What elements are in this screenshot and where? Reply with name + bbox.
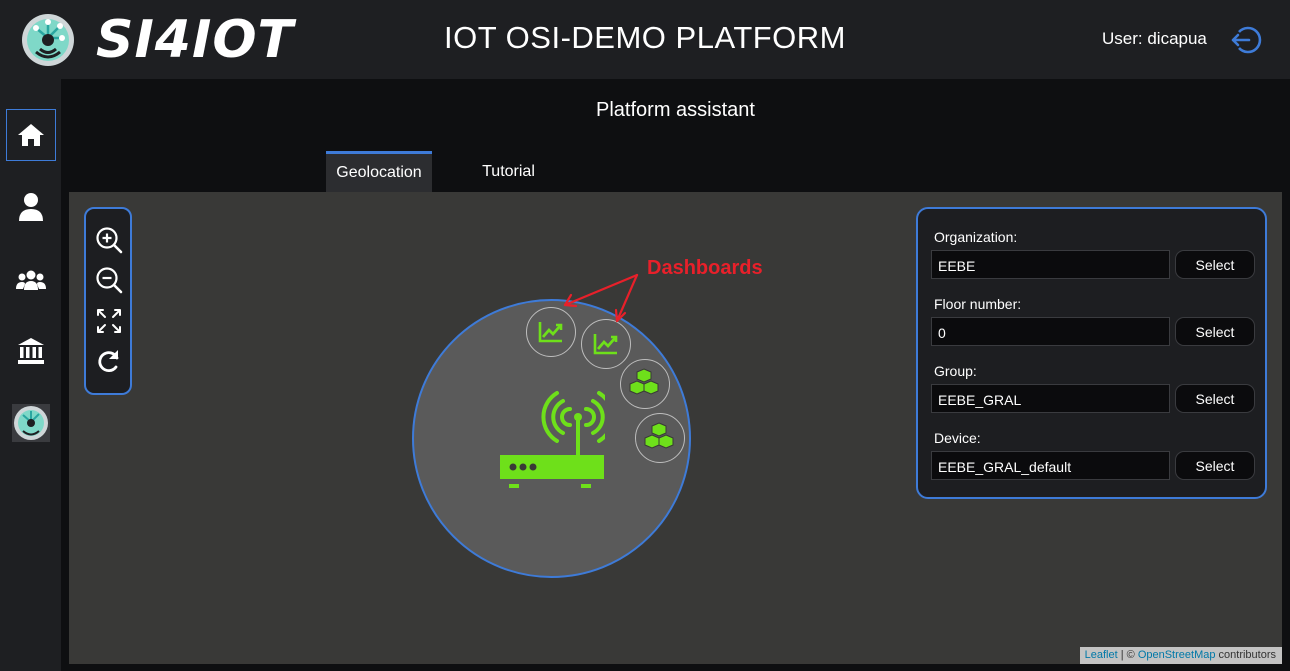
users-icon [16,270,46,290]
sidebar-item-user[interactable] [6,181,56,233]
dashboards-annotation: Dashboards [647,257,763,279]
cubes-icon [644,422,674,449]
fit-bounds-icon [97,309,121,333]
tab-geolocation[interactable]: Geolocation [326,151,432,192]
attribution-separator: | © [1117,649,1138,661]
zoom-in-button[interactable] [94,225,124,255]
zoom-out-icon [96,267,123,294]
sidebar-item-groups[interactable] [6,254,56,306]
map-attribution: Leaflet | © OpenStreetMap contributors [1079,647,1282,664]
sidebar-item-home[interactable] [6,109,56,161]
header: SI4IOT IOT OSI-DEMO PLATFORM User: dicap… [0,0,1290,79]
group-node[interactable] [635,413,685,463]
sidebar [0,79,61,671]
sidebar-item-platform-logo[interactable] [6,397,56,449]
cubes-icon [629,368,659,395]
floor-number-field[interactable]: 0 [931,317,1170,346]
page-title: IOT OSI-DEMO PLATFORM [443,20,847,55]
fit-bounds-button[interactable] [94,306,124,336]
home-icon [18,124,44,146]
device-label: Device: [934,430,981,446]
map-controls [84,207,132,395]
floor-number-label: Floor number: [934,296,1022,312]
floor-number-select-button[interactable]: Select [1175,317,1255,346]
zoom-out-button[interactable] [94,265,124,295]
si4iot-logo-icon [12,404,50,442]
user-icon [19,193,43,221]
group-select-button[interactable]: Select [1175,384,1255,413]
organization-select-button[interactable]: Select [1175,250,1255,279]
building-columns-icon [18,338,44,364]
device-field[interactable]: EEBE_GRAL_default [931,451,1170,480]
selection-panel: Organization: EEBE Select Floor number: … [916,207,1267,499]
logout-icon [1231,26,1262,54]
router-wifi-icon [500,391,605,488]
chart-line-icon [538,322,563,343]
tab-tutorial[interactable]: Tutorial [456,151,561,192]
leaflet-link[interactable]: Leaflet [1085,649,1118,661]
organization-label: Organization: [934,229,1018,245]
main-content: Platform assistant Geolocation Tutorial [61,79,1290,671]
group-label: Group: [934,363,977,379]
dashboard-node[interactable] [526,307,576,357]
organization-field[interactable]: EEBE [931,250,1170,279]
group-node[interactable] [620,359,670,409]
sidebar-item-organization[interactable] [6,325,56,377]
refresh-button[interactable] [94,346,124,376]
attribution-suffix: contributors [1215,649,1276,661]
logout-button[interactable] [1229,24,1263,56]
refresh-icon [98,350,119,372]
user-label: User: dicapua [1102,29,1207,48]
group-field[interactable]: EEBE_GRAL [931,384,1170,413]
zoom-in-icon [96,227,123,254]
section-title: Platform assistant [596,99,755,121]
geolocation-map[interactable]: Dashboards Organization: EEBE Select Flo… [69,192,1282,664]
device-select-button[interactable]: Select [1175,451,1255,480]
openstreetmap-link[interactable]: OpenStreetMap [1138,649,1216,661]
